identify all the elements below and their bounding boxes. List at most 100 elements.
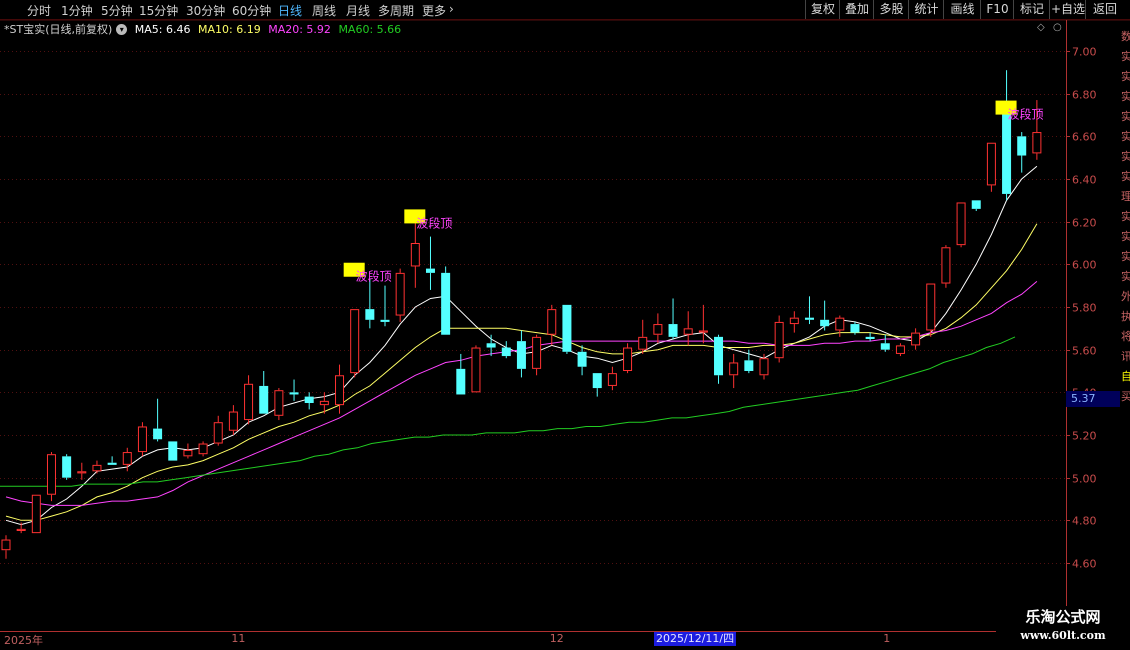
candle[interactable] bbox=[653, 313, 663, 344]
right-panel-item[interactable]: 实 bbox=[1121, 168, 1130, 184]
candle[interactable] bbox=[986, 142, 996, 192]
right-panel-item[interactable]: 实 bbox=[1121, 128, 1130, 144]
grid-lines bbox=[0, 19, 1130, 564]
candle[interactable] bbox=[774, 315, 784, 363]
candle[interactable] bbox=[623, 343, 633, 374]
stock-title[interactable]: *ST宝实(日线,前复权) bbox=[4, 23, 112, 36]
candle[interactable] bbox=[865, 332, 875, 342]
right-panel-item[interactable]: 买 bbox=[1121, 388, 1130, 404]
candle[interactable] bbox=[183, 443, 193, 459]
candle[interactable] bbox=[259, 371, 269, 414]
right-panel-item[interactable]: 实 bbox=[1121, 228, 1130, 244]
candle[interactable] bbox=[804, 296, 814, 325]
circle-icon[interactable]: ○ bbox=[1053, 22, 1062, 33]
candle[interactable] bbox=[835, 315, 845, 337]
candle[interactable] bbox=[107, 456, 117, 465]
candle[interactable] bbox=[228, 405, 238, 435]
swing-top-label: 波段顶 bbox=[416, 215, 452, 230]
candle[interactable] bbox=[592, 373, 602, 397]
ma-line-ma20 bbox=[5, 281, 1038, 506]
candle[interactable] bbox=[547, 304, 557, 346]
right-panel-item[interactable]: 外 bbox=[1121, 288, 1130, 304]
swing-top-label: 波段顶 bbox=[356, 269, 392, 284]
right-panel-item[interactable]: 讯 bbox=[1121, 348, 1130, 364]
candle[interactable] bbox=[941, 245, 951, 288]
candle[interactable] bbox=[198, 441, 208, 457]
candle[interactable] bbox=[486, 334, 496, 357]
y-tick-label: 5.20 bbox=[1072, 430, 1097, 443]
ma10-label: MA10: 6.19 bbox=[198, 23, 261, 36]
candle[interactable] bbox=[244, 375, 254, 425]
right-panel-item[interactable]: 实 bbox=[1121, 248, 1130, 264]
ma20-label: MA20: 5.92 bbox=[268, 23, 331, 36]
candle[interactable] bbox=[501, 341, 511, 359]
candle[interactable] bbox=[911, 328, 921, 350]
right-panel-item[interactable]: 实 bbox=[1121, 108, 1130, 124]
right-panel-item[interactable]: 数 bbox=[1121, 28, 1130, 44]
candle[interactable] bbox=[168, 441, 178, 461]
right-panel-item[interactable]: 理 bbox=[1121, 188, 1130, 204]
right-side-panel[interactable]: 数实实实实实实实理实实实实外执将讯自买 bbox=[1121, 20, 1130, 632]
candle[interactable] bbox=[365, 279, 375, 329]
right-panel-item[interactable]: 执 bbox=[1121, 308, 1130, 324]
right-panel-item[interactable]: 实 bbox=[1121, 148, 1130, 164]
kline-chart[interactable]: 波段顶波段顶波段顶 4.604.805.005.205.405.605.806.… bbox=[0, 0, 1130, 650]
candle[interactable] bbox=[380, 285, 390, 327]
candle[interactable] bbox=[1, 535, 11, 559]
candle[interactable] bbox=[668, 298, 678, 339]
candle[interactable] bbox=[425, 236, 435, 290]
current-price-tag: 5.37 bbox=[1066, 390, 1120, 407]
candle[interactable] bbox=[153, 398, 163, 442]
candle[interactable] bbox=[895, 343, 905, 357]
diamond-icon[interactable]: ◇ bbox=[1037, 22, 1045, 33]
right-panel-item[interactable]: 实 bbox=[1121, 208, 1130, 224]
candle[interactable] bbox=[471, 345, 481, 393]
candle[interactable] bbox=[274, 388, 284, 421]
candle[interactable] bbox=[607, 366, 617, 391]
candle[interactable] bbox=[820, 300, 830, 331]
y-tick-label: 5.00 bbox=[1072, 473, 1097, 486]
right-panel-item[interactable]: 实 bbox=[1121, 268, 1130, 284]
right-panel-item[interactable]: 自 bbox=[1121, 368, 1130, 384]
candle[interactable] bbox=[289, 379, 299, 401]
candle[interactable] bbox=[31, 494, 41, 534]
candle[interactable] bbox=[698, 304, 708, 344]
right-panel-item[interactable]: 将 bbox=[1121, 328, 1130, 344]
swing-top-marker: 波段顶 bbox=[343, 262, 392, 284]
candle[interactable] bbox=[532, 334, 542, 376]
candle[interactable] bbox=[137, 422, 147, 457]
candle[interactable] bbox=[789, 311, 799, 333]
dropdown-arrow-icon[interactable]: ▾ bbox=[116, 24, 128, 35]
candle[interactable] bbox=[62, 454, 72, 480]
candle[interactable] bbox=[77, 462, 87, 480]
swing-top-marker: 波段顶 bbox=[404, 209, 452, 230]
candle[interactable] bbox=[350, 309, 360, 378]
candle[interactable] bbox=[577, 345, 587, 376]
candle[interactable] bbox=[395, 268, 405, 322]
candle[interactable] bbox=[971, 200, 981, 211]
candlesticks[interactable] bbox=[1, 70, 1042, 559]
right-panel-item[interactable]: 实 bbox=[1121, 48, 1130, 64]
candle[interactable] bbox=[441, 266, 451, 335]
candle[interactable] bbox=[926, 283, 936, 337]
candle[interactable] bbox=[956, 202, 966, 248]
candle[interactable] bbox=[562, 304, 572, 354]
candle[interactable] bbox=[46, 452, 56, 502]
candle[interactable] bbox=[516, 330, 526, 378]
candle[interactable] bbox=[456, 353, 466, 395]
candle[interactable] bbox=[1017, 132, 1027, 173]
candle[interactable] bbox=[213, 415, 223, 446]
candle[interactable] bbox=[304, 392, 314, 410]
right-panel-item[interactable]: 实 bbox=[1121, 88, 1130, 104]
watermark: 乐淘公式网 www.60lt.com bbox=[996, 606, 1130, 650]
candle[interactable] bbox=[92, 460, 102, 474]
right-panel-item[interactable]: 实 bbox=[1121, 68, 1130, 84]
candle[interactable] bbox=[729, 353, 739, 389]
candle[interactable] bbox=[714, 334, 724, 384]
candle[interactable] bbox=[638, 319, 648, 354]
candle[interactable] bbox=[683, 311, 693, 346]
x-tick-label: 12 bbox=[549, 632, 564, 645]
candle[interactable] bbox=[1002, 70, 1012, 201]
swing-top-annotations: 波段顶波段顶波段顶 bbox=[343, 100, 1044, 284]
candle[interactable] bbox=[880, 334, 890, 352]
